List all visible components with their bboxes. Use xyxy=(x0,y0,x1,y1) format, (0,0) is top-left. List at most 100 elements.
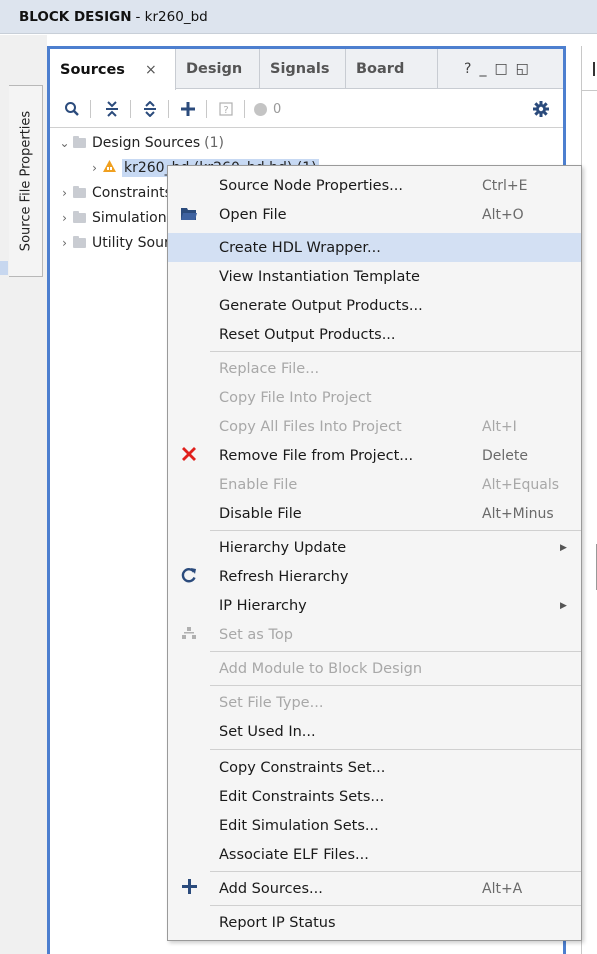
tab-signals[interactable]: Signals xyxy=(260,49,346,89)
menu-item-label: Open File xyxy=(219,206,287,223)
submenu-arrow-icon: ▶ xyxy=(560,542,567,553)
menu-item-ip-hierarchy[interactable]: IP Hierarchy ▶ xyxy=(168,591,581,620)
menu-item-label: Edit Constraints Sets... xyxy=(219,788,385,805)
menu-item-source-node-properties[interactable]: Source Node Properties... Ctrl+E xyxy=(168,171,581,200)
menu-item-label: Report IP Status xyxy=(219,914,336,931)
menu-item-hierarchy-update[interactable]: Hierarchy Update ▶ xyxy=(168,533,581,562)
block-design-icon xyxy=(103,160,117,176)
side-selection-marker xyxy=(0,261,8,275)
menu-item-label: Create HDL Wrapper... xyxy=(219,239,381,256)
tab-design[interactable]: Design xyxy=(176,49,260,89)
chevron-right-icon[interactable]: › xyxy=(88,161,101,175)
menu-item-remove-file-from-project[interactable]: Remove File from Project... Delete xyxy=(168,441,581,470)
folder-open-icon xyxy=(178,205,200,224)
maximize-icon[interactable]: □ xyxy=(494,61,507,77)
menu-item-label: Add Sources... xyxy=(219,880,323,897)
search-icon[interactable] xyxy=(62,99,82,119)
menu-separator xyxy=(210,685,581,686)
tree-item-constraints[interactable]: › Constraints xyxy=(58,181,172,205)
design-sources-label: Design Sources xyxy=(92,135,201,151)
refresh-icon xyxy=(178,567,200,587)
menu-item-label: Reset Output Products... xyxy=(219,326,396,343)
menu-item-refresh-hierarchy[interactable]: Refresh Hierarchy xyxy=(168,562,581,591)
add-sources-icon[interactable] xyxy=(178,99,198,119)
menu-item-label: View Instantiation Template xyxy=(219,268,420,285)
panel-window-controls: ? _ □ ◱ xyxy=(464,49,529,89)
toolbar-separator xyxy=(244,100,245,118)
menu-item-edit-simulation-sets[interactable]: Edit Simulation Sets... xyxy=(168,811,581,840)
menu-separator xyxy=(210,651,581,652)
chevron-right-icon[interactable]: › xyxy=(58,211,71,225)
menu-item-view-instantiation-template[interactable]: View Instantiation Template xyxy=(168,262,581,291)
tab-design-label: Design xyxy=(186,61,243,77)
menu-item-shortcut: Alt+Minus xyxy=(482,505,554,522)
menu-separator xyxy=(210,871,581,872)
help-icon[interactable]: ? xyxy=(464,61,471,77)
collapse-all-icon[interactable] xyxy=(102,99,122,119)
menu-item-generate-output-products[interactable]: Generate Output Products... xyxy=(168,291,581,320)
menu-item-replace-file: Replace File... xyxy=(168,354,581,383)
toolbar-separator xyxy=(90,100,91,118)
tab-close-icon[interactable]: × xyxy=(145,62,157,78)
folder-icon xyxy=(73,136,86,148)
properties-icon[interactable]: ? xyxy=(216,99,236,119)
menu-item-copy-all-files-into-project: Copy All Files Into Project Alt+I xyxy=(168,412,581,441)
menu-item-report-ip-status[interactable]: Report IP Status xyxy=(168,908,581,937)
red-x-icon xyxy=(178,446,200,465)
chevron-down-icon[interactable]: ⌄ xyxy=(58,136,71,150)
right-panel-edge xyxy=(581,46,597,954)
folder-icon xyxy=(73,236,86,248)
menu-separator xyxy=(210,351,581,352)
minimize-icon[interactable]: _ xyxy=(479,61,486,77)
toolbar-separator xyxy=(168,100,169,118)
tab-sources[interactable]: Sources × xyxy=(50,49,176,90)
menu-item-label: Enable File xyxy=(219,476,298,493)
menu-item-copy-file-into-project: Copy File Into Project xyxy=(168,383,581,412)
menu-item-set-used-in[interactable]: Set Used In... xyxy=(168,717,581,746)
side-tab-strip: Source File Properties xyxy=(0,35,47,954)
menu-item-shortcut: Alt+A xyxy=(482,880,523,897)
menu-item-label: Generate Output Products... xyxy=(219,297,423,314)
source-file-properties-label: Source File Properties xyxy=(18,110,33,252)
folder-icon xyxy=(73,186,86,198)
status-indicator: 0 xyxy=(254,99,294,119)
tab-board[interactable]: Board xyxy=(346,49,438,89)
menu-item-shortcut: Delete xyxy=(482,447,528,464)
source-file-properties-tab[interactable]: Source File Properties xyxy=(9,85,43,277)
menu-item-associate-elf-files[interactable]: Associate ELF Files... xyxy=(168,840,581,869)
status-count: 0 xyxy=(273,101,282,117)
chevron-right-icon[interactable]: › xyxy=(58,236,71,250)
right-panel-tab-mark xyxy=(593,62,595,76)
submenu-arrow-icon: ▶ xyxy=(560,600,567,611)
menu-item-label: Hierarchy Update xyxy=(219,539,347,556)
menu-item-edit-constraints-sets[interactable]: Edit Constraints Sets... xyxy=(168,782,581,811)
menu-item-reset-output-products[interactable]: Reset Output Products... xyxy=(168,320,581,349)
context-menu: Source Node Properties... Ctrl+E Open Fi… xyxy=(167,165,582,941)
window-title-bar: BLOCK DESIGN - kr260_bd xyxy=(0,0,597,34)
menu-separator xyxy=(210,749,581,750)
design-sources-count: (1) xyxy=(204,135,225,151)
menu-item-label: Set File Type... xyxy=(219,694,324,711)
constraints-label: Constraints xyxy=(92,185,172,201)
menu-item-disable-file[interactable]: Disable File Alt+Minus xyxy=(168,499,581,528)
menu-item-open-file[interactable]: Open File Alt+O xyxy=(168,200,581,229)
menu-separator xyxy=(210,905,581,906)
menu-item-shortcut: Alt+Equals xyxy=(482,476,560,493)
menu-item-create-hdl-wrapper[interactable]: Create HDL Wrapper... xyxy=(168,233,581,262)
tab-sources-label: Sources xyxy=(60,61,125,78)
tree-item-design-sources[interactable]: ⌄ Design Sources (1) xyxy=(58,131,224,155)
gear-icon[interactable] xyxy=(531,99,551,119)
menu-item-label: Associate ELF Files... xyxy=(219,846,369,863)
menu-item-label: Edit Simulation Sets... xyxy=(219,817,379,834)
expand-all-icon[interactable] xyxy=(140,99,160,119)
chevron-right-icon[interactable]: › xyxy=(58,186,71,200)
window-title-rest: - kr260_bd xyxy=(135,8,208,25)
menu-item-label: Copy All Files Into Project xyxy=(219,418,402,435)
plus-icon xyxy=(178,879,200,898)
menu-item-label: Source Node Properties... xyxy=(219,177,403,194)
float-icon[interactable]: ◱ xyxy=(516,61,529,77)
folder-icon xyxy=(73,211,86,223)
right-panel-header-line xyxy=(582,90,597,91)
menu-item-copy-constraints-set[interactable]: Copy Constraints Set... xyxy=(168,753,581,782)
menu-item-add-sources[interactable]: Add Sources... Alt+A xyxy=(168,874,581,903)
